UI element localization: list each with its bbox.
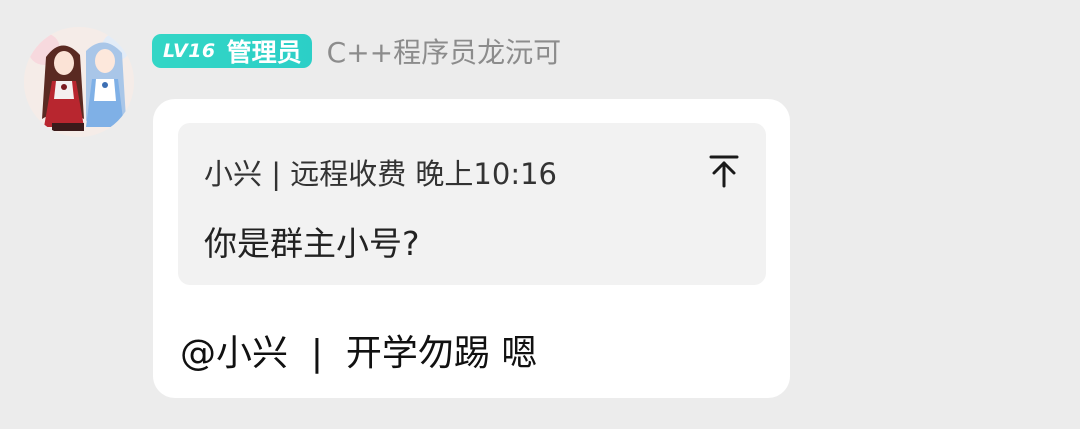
reply-message-text: @小兴 | 开学勿踢 嗯 bbox=[180, 333, 538, 374]
message-bubble[interactable]: 小兴 | 远程收费 晚上10:16 你是群主小号? @小兴 | 开学勿踢 嗯 bbox=[153, 99, 790, 398]
quoted-message-text: 你是群主小号? bbox=[204, 224, 420, 263]
avatar[interactable] bbox=[24, 27, 134, 137]
anime-girls-avatar-image bbox=[24, 27, 134, 137]
message-header: LV16 管理员 C++程序员龙沅可 bbox=[152, 31, 561, 71]
jump-to-original-icon[interactable] bbox=[708, 153, 740, 189]
sender-name[interactable]: C++程序员龙沅可 bbox=[327, 31, 561, 71]
quoted-message-meta: 小兴 | 远程收费 晚上10:16 bbox=[204, 157, 557, 191]
role-badge-text: 管理员 bbox=[226, 38, 302, 67]
level-role-badge: LV16 管理员 bbox=[152, 34, 312, 68]
quoted-message[interactable]: 小兴 | 远程收费 晚上10:16 你是群主小号? bbox=[178, 123, 766, 285]
level-badge-text: LV16 bbox=[163, 40, 216, 62]
